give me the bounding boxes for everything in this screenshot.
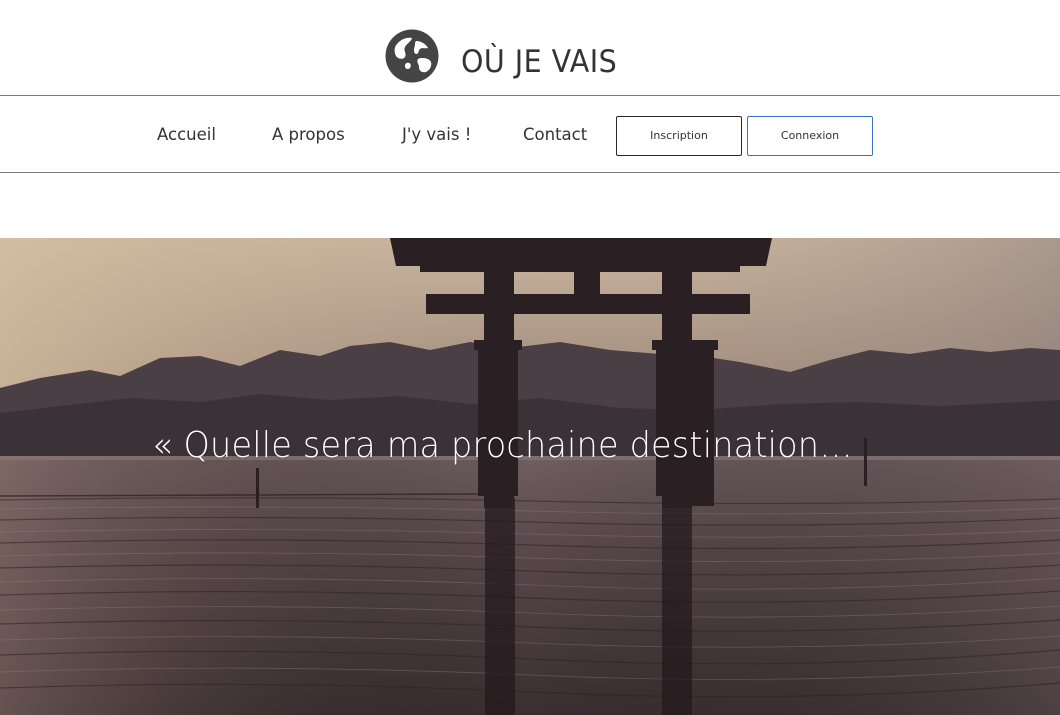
globe-icon[interactable] [385,29,439,83]
hero-banner: « Quelle sera ma prochaine destination… [0,238,1060,715]
connexion-button[interactable]: Connexion [747,116,873,156]
hero-quote: « Quelle sera ma prochaine destination… [152,425,853,466]
main-nav: Accueil A propos J'y vais ! Contact Insc… [0,96,1060,173]
site-title[interactable]: OÙ JE VAIS [461,44,617,80]
nav-link-accueil[interactable]: Accueil [157,96,216,172]
inscription-button[interactable]: Inscription [616,116,742,156]
site-header: OÙ JE VAIS [0,0,1060,96]
nav-link-a-propos[interactable]: A propos [272,96,345,172]
nav-link-contact[interactable]: Contact [523,96,587,172]
nav-link-jy-vais[interactable]: J'y vais ! [402,96,471,172]
hero-background-photo [0,238,1060,715]
